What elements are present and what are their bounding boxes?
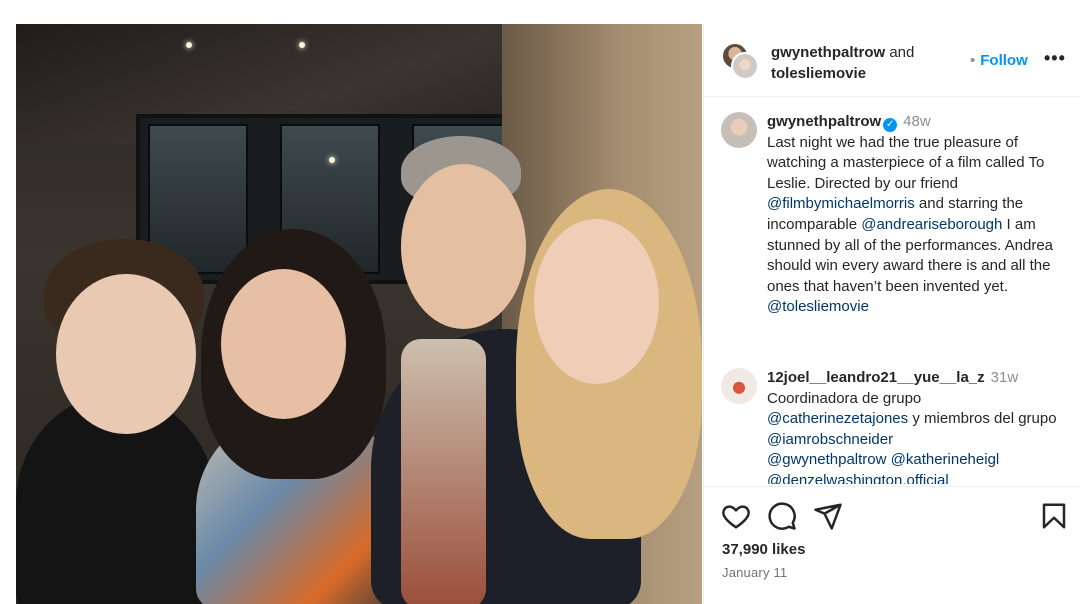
follow-label: Follow [980,52,1028,69]
person-3-sweater [401,339,486,604]
mention-link[interactable]: @catherinezetajones [767,410,908,427]
verified-icon: ✓ [883,118,898,132]
ceiling-light [329,157,335,163]
mention-link[interactable]: @gwynethpaltrow [767,451,886,468]
bookmark-icon[interactable] [1039,501,1069,531]
comment-username[interactable]: 12joel__leandro21__yue__la_z [767,369,985,386]
person-3-face [401,164,526,329]
header-user-2[interactable]: tolesliemovie [771,65,866,82]
header-and: and [889,44,915,61]
comment-text: y miembros del grupo [908,410,1057,428]
post-side-panel: gwynethpaltrow and tolesliemovie • Follow… [703,24,1080,604]
caption-text: Last night we had the true pleasure of w… [767,133,1045,192]
person-1-face [56,274,196,434]
more-icon[interactable]: ••• [1044,48,1066,69]
person-4-face [534,219,659,384]
caption-username[interactable]: gwynethpaltrow [767,113,881,130]
comment-time[interactable]: 31w [991,369,1019,386]
header-user-1[interactable]: gwynethpaltrow [771,44,885,61]
dot-separator: • [970,52,976,69]
avatar[interactable] [721,112,757,148]
comment-icon[interactable] [767,501,797,531]
header-usernames: gwynethpaltrow and tolesliemovie [771,42,914,84]
avatar[interactable] [731,52,759,80]
ceiling-light [299,42,305,48]
post-actions: 37,990 likes January 11 [704,486,1080,604]
post-header: gwynethpaltrow and tolesliemovie • Follow… [704,24,1080,97]
comment-text: Coordinadora de grupo [767,389,922,407]
follow-button[interactable]: • Follow [970,52,1028,69]
comments-section[interactable]: gwynethpaltrow ✓ 48w Last night we had the… [704,98,1080,484]
avatar[interactable] [721,368,757,404]
caption-time[interactable]: 48w [903,113,931,130]
person-2-face [221,269,346,419]
comment-body: 12joel__leandro21__yue__la_z 31w Coordina… [767,368,1073,484]
heart-icon[interactable] [721,501,751,531]
post-date[interactable]: January 11 [722,565,787,580]
ceiling-light [186,42,192,48]
mention-link[interactable]: @tolesliemovie [767,298,869,315]
caption-body: gwynethpaltrow ✓ 48w Last night we had the… [767,112,1073,318]
mention-link[interactable]: @filmbymichaelmorris [767,195,915,212]
mention-link[interactable]: @katherineheigl [891,451,1000,468]
mention-link[interactable]: @andreariseborough [861,216,1002,233]
likes-count[interactable]: 37,990 likes [722,541,805,558]
collab-avatars[interactable] [721,42,761,82]
mention-link[interactable]: @denzelwashington.official [767,472,949,484]
mention-link[interactable]: @iamrobschneider [767,431,893,448]
share-icon[interactable] [813,501,843,531]
post-photo[interactable] [16,24,702,604]
